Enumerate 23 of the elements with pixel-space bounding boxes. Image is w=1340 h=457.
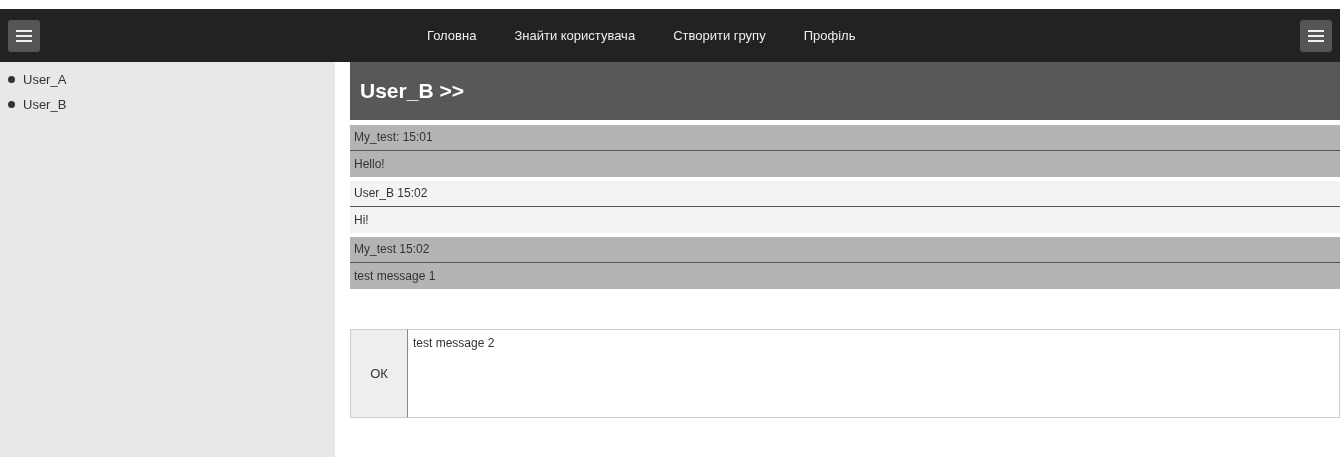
menu-icon [1308, 29, 1324, 42]
nav-link[interactable]: Знайти користувача [514, 28, 636, 43]
bullet-icon [8, 76, 15, 83]
message-header: My_test: 15:01 [350, 125, 1340, 151]
message-input[interactable]: test message 2 [408, 329, 1340, 418]
menu-icon [16, 29, 32, 42]
nav-link[interactable]: Головна [427, 28, 477, 43]
message-text: Hello! [353, 156, 386, 173]
send-button[interactable]: ОК [350, 329, 408, 418]
user-link[interactable]: User_B [8, 97, 327, 112]
menu-button[interactable] [8, 19, 40, 52]
user-name[interactable]: User_A [23, 72, 67, 87]
bullet-icon [8, 101, 15, 108]
user-name[interactable]: User_B [23, 97, 67, 112]
chat-title: User_B >> [350, 62, 1340, 120]
message-header: My_test 15:02 [350, 237, 1340, 263]
message-header: User_B 15:02 [350, 181, 1340, 207]
message-text: Hi! [353, 212, 370, 229]
message-text: test message 1 [353, 268, 437, 285]
nav-link[interactable]: Створити групу [673, 28, 766, 43]
menu-button[interactable] [1300, 19, 1332, 52]
nav-link[interactable]: Профіль [803, 28, 856, 43]
user-link[interactable]: User_A [8, 72, 327, 87]
